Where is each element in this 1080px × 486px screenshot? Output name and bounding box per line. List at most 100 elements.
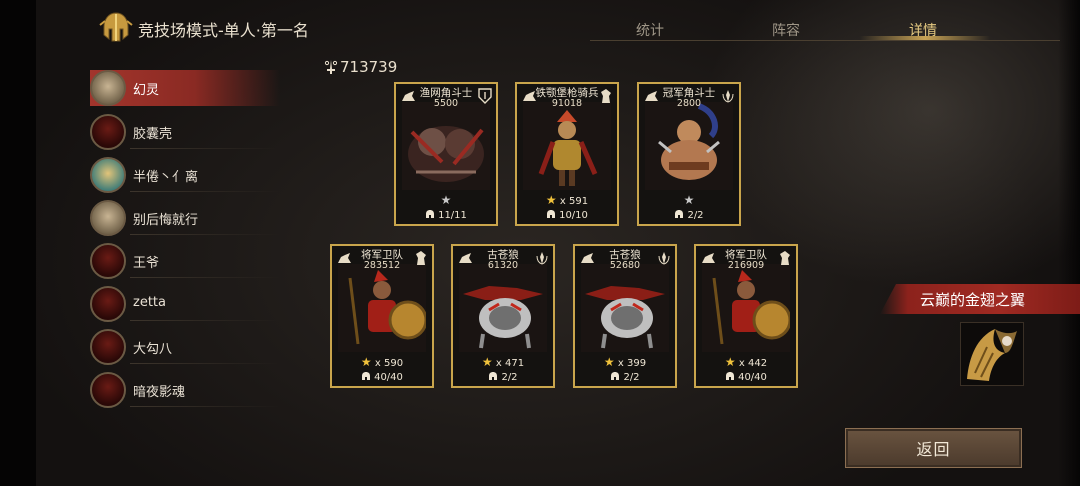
helmet-icon — [426, 210, 435, 218]
divider — [130, 363, 280, 364]
helmet-icon — [611, 372, 620, 380]
lancer-icon — [523, 102, 611, 190]
wing-slot[interactable] — [960, 322, 1024, 386]
player-item[interactable]: 半倦丶亻离 — [90, 157, 280, 193]
divider — [130, 191, 280, 192]
player-item[interactable]: 暗夜影魂 — [90, 372, 280, 408]
player-item[interactable]: 王爷 — [90, 243, 280, 279]
general-guard-icon — [702, 264, 790, 352]
demon-portrait-icon — [90, 243, 126, 279]
unit-power: 61320 — [487, 260, 519, 271]
unit-power: 91018 — [551, 98, 583, 109]
ancient-wolf-icon — [459, 264, 547, 352]
helmet-icon — [547, 210, 556, 218]
player-item[interactable]: zetta — [90, 286, 280, 322]
player-name: zetta — [133, 295, 166, 310]
unit-star-level: ★ x 591 — [517, 193, 617, 207]
unit-card[interactable]: 渔网角斗士 5500 ★ 11/11 — [394, 82, 498, 226]
unit-star-level: ★ x 590 — [332, 355, 432, 369]
helmet-icon — [726, 372, 735, 380]
unit-power: 283512 — [363, 260, 401, 271]
unit-power: 5500 — [433, 98, 459, 109]
knight-portrait-icon — [90, 200, 126, 236]
unit-card[interactable]: 古苍狼 52680 ★ x 399 2/2 — [573, 244, 677, 388]
demon-portrait-icon — [90, 329, 126, 365]
unit-power: 52680 — [609, 260, 641, 271]
unit-count-value: 2/2 — [623, 372, 640, 383]
star-icon: ★ — [603, 355, 615, 369]
player-item[interactable]: 大勾八 — [90, 329, 280, 365]
unit-card[interactable]: 古苍狼 61320 ★ x 471 2/2 — [451, 244, 555, 388]
unit-troop-count: 10/10 — [517, 209, 617, 221]
general-guard-icon — [338, 264, 426, 352]
golden-hero-portrait-icon — [90, 157, 126, 193]
helmet-icon — [362, 372, 371, 380]
unit-star-level: ★ x 471 — [453, 355, 553, 369]
tab-statistics[interactable]: 统计 — [620, 20, 680, 40]
star-icon: ★ — [683, 193, 695, 207]
player-name: 别后悔就行 — [133, 213, 199, 228]
unit-troop-count: 2/2 — [639, 209, 739, 221]
unit-star-level: ★ — [396, 193, 496, 207]
demon-portrait-icon — [90, 114, 126, 150]
helmet-icon — [675, 210, 684, 218]
unit-count-value: 2/2 — [501, 372, 518, 383]
player-name: 大勾八 — [133, 342, 173, 357]
star-icon: ★ — [360, 355, 372, 369]
back-button[interactable]: 返回 — [845, 428, 1022, 468]
tab-bar-line — [590, 40, 1060, 41]
ancient-wolf-icon — [581, 264, 669, 352]
page-title: 竞技场模式-单人·第一名 — [138, 21, 309, 40]
player-name: 暗夜影魂 — [133, 385, 186, 400]
unit-power: 2800 — [676, 98, 702, 109]
unit-card[interactable]: 将军卫队 283512 ★ x 590 40/40 — [330, 244, 434, 388]
left-edge-shadow — [0, 0, 36, 486]
unit-troop-count: 2/2 — [453, 371, 553, 383]
unit-card[interactable]: 冠军角斗士 2800 ★ 2/2 — [637, 82, 741, 226]
tab-lineup[interactable]: 阵容 — [756, 20, 816, 40]
demon-portrait-icon — [90, 286, 126, 322]
right-edge-shadow — [1058, 0, 1080, 486]
unit-card[interactable]: 将军卫队 216909 ★ x 442 40/40 — [694, 244, 798, 388]
star-icon: ★ — [481, 355, 493, 369]
unit-troop-count: 11/11 — [396, 209, 496, 221]
sword-power-icon — [324, 60, 338, 74]
star-icon: ★ — [440, 193, 452, 207]
divider — [130, 148, 280, 149]
player-name: 王爷 — [133, 256, 160, 271]
player-item[interactable]: 别后悔就行 — [90, 200, 280, 236]
unit-troop-count: 40/40 — [696, 371, 796, 383]
player-item[interactable]: 幻灵 — [90, 70, 280, 106]
screen-background: 竞技场模式-单人·第一名 统计 阵容 详情 713739 幻灵 胶囊壳 半倦丶亻… — [0, 0, 1080, 486]
star-count: x 442 — [738, 358, 768, 369]
golden-eagle-wing-icon — [967, 329, 1017, 381]
arena-helmet-icon — [99, 12, 133, 42]
unit-count-value: 10/10 — [559, 210, 588, 221]
divider — [130, 320, 280, 321]
divider — [130, 406, 280, 407]
star-icon: ★ — [724, 355, 736, 369]
star-count: x 471 — [495, 358, 525, 369]
total-power-value: 713739 — [340, 58, 398, 76]
unit-card[interactable]: 铁颚堡枪骑兵 91018 ★ x 591 10/10 — [515, 82, 619, 226]
wing-name: 云巅的金翅之翼 — [920, 291, 1026, 309]
unit-troop-count: 2/2 — [575, 371, 675, 383]
star-count: x 591 — [559, 196, 589, 207]
star-count: x 399 — [617, 358, 647, 369]
helmet-icon — [489, 372, 498, 380]
divider — [130, 277, 280, 278]
unit-count-value: 40/40 — [738, 372, 767, 383]
divider — [130, 234, 280, 235]
player-name: 幻灵 — [133, 83, 160, 98]
star-icon: ★ — [545, 193, 557, 207]
player-name: 胶囊壳 — [133, 127, 173, 142]
unit-star-level: ★ x 442 — [696, 355, 796, 369]
unit-count-value: 40/40 — [374, 372, 403, 383]
total-power: 713739 — [324, 58, 397, 76]
active-tab-indicator — [860, 36, 990, 40]
champion-gladiator-icon — [645, 102, 733, 190]
unit-count-value: 2/2 — [687, 210, 704, 221]
unit-power: 216909 — [727, 260, 765, 271]
player-item[interactable]: 胶囊壳 — [90, 114, 280, 150]
unit-troop-count: 40/40 — [332, 371, 432, 383]
